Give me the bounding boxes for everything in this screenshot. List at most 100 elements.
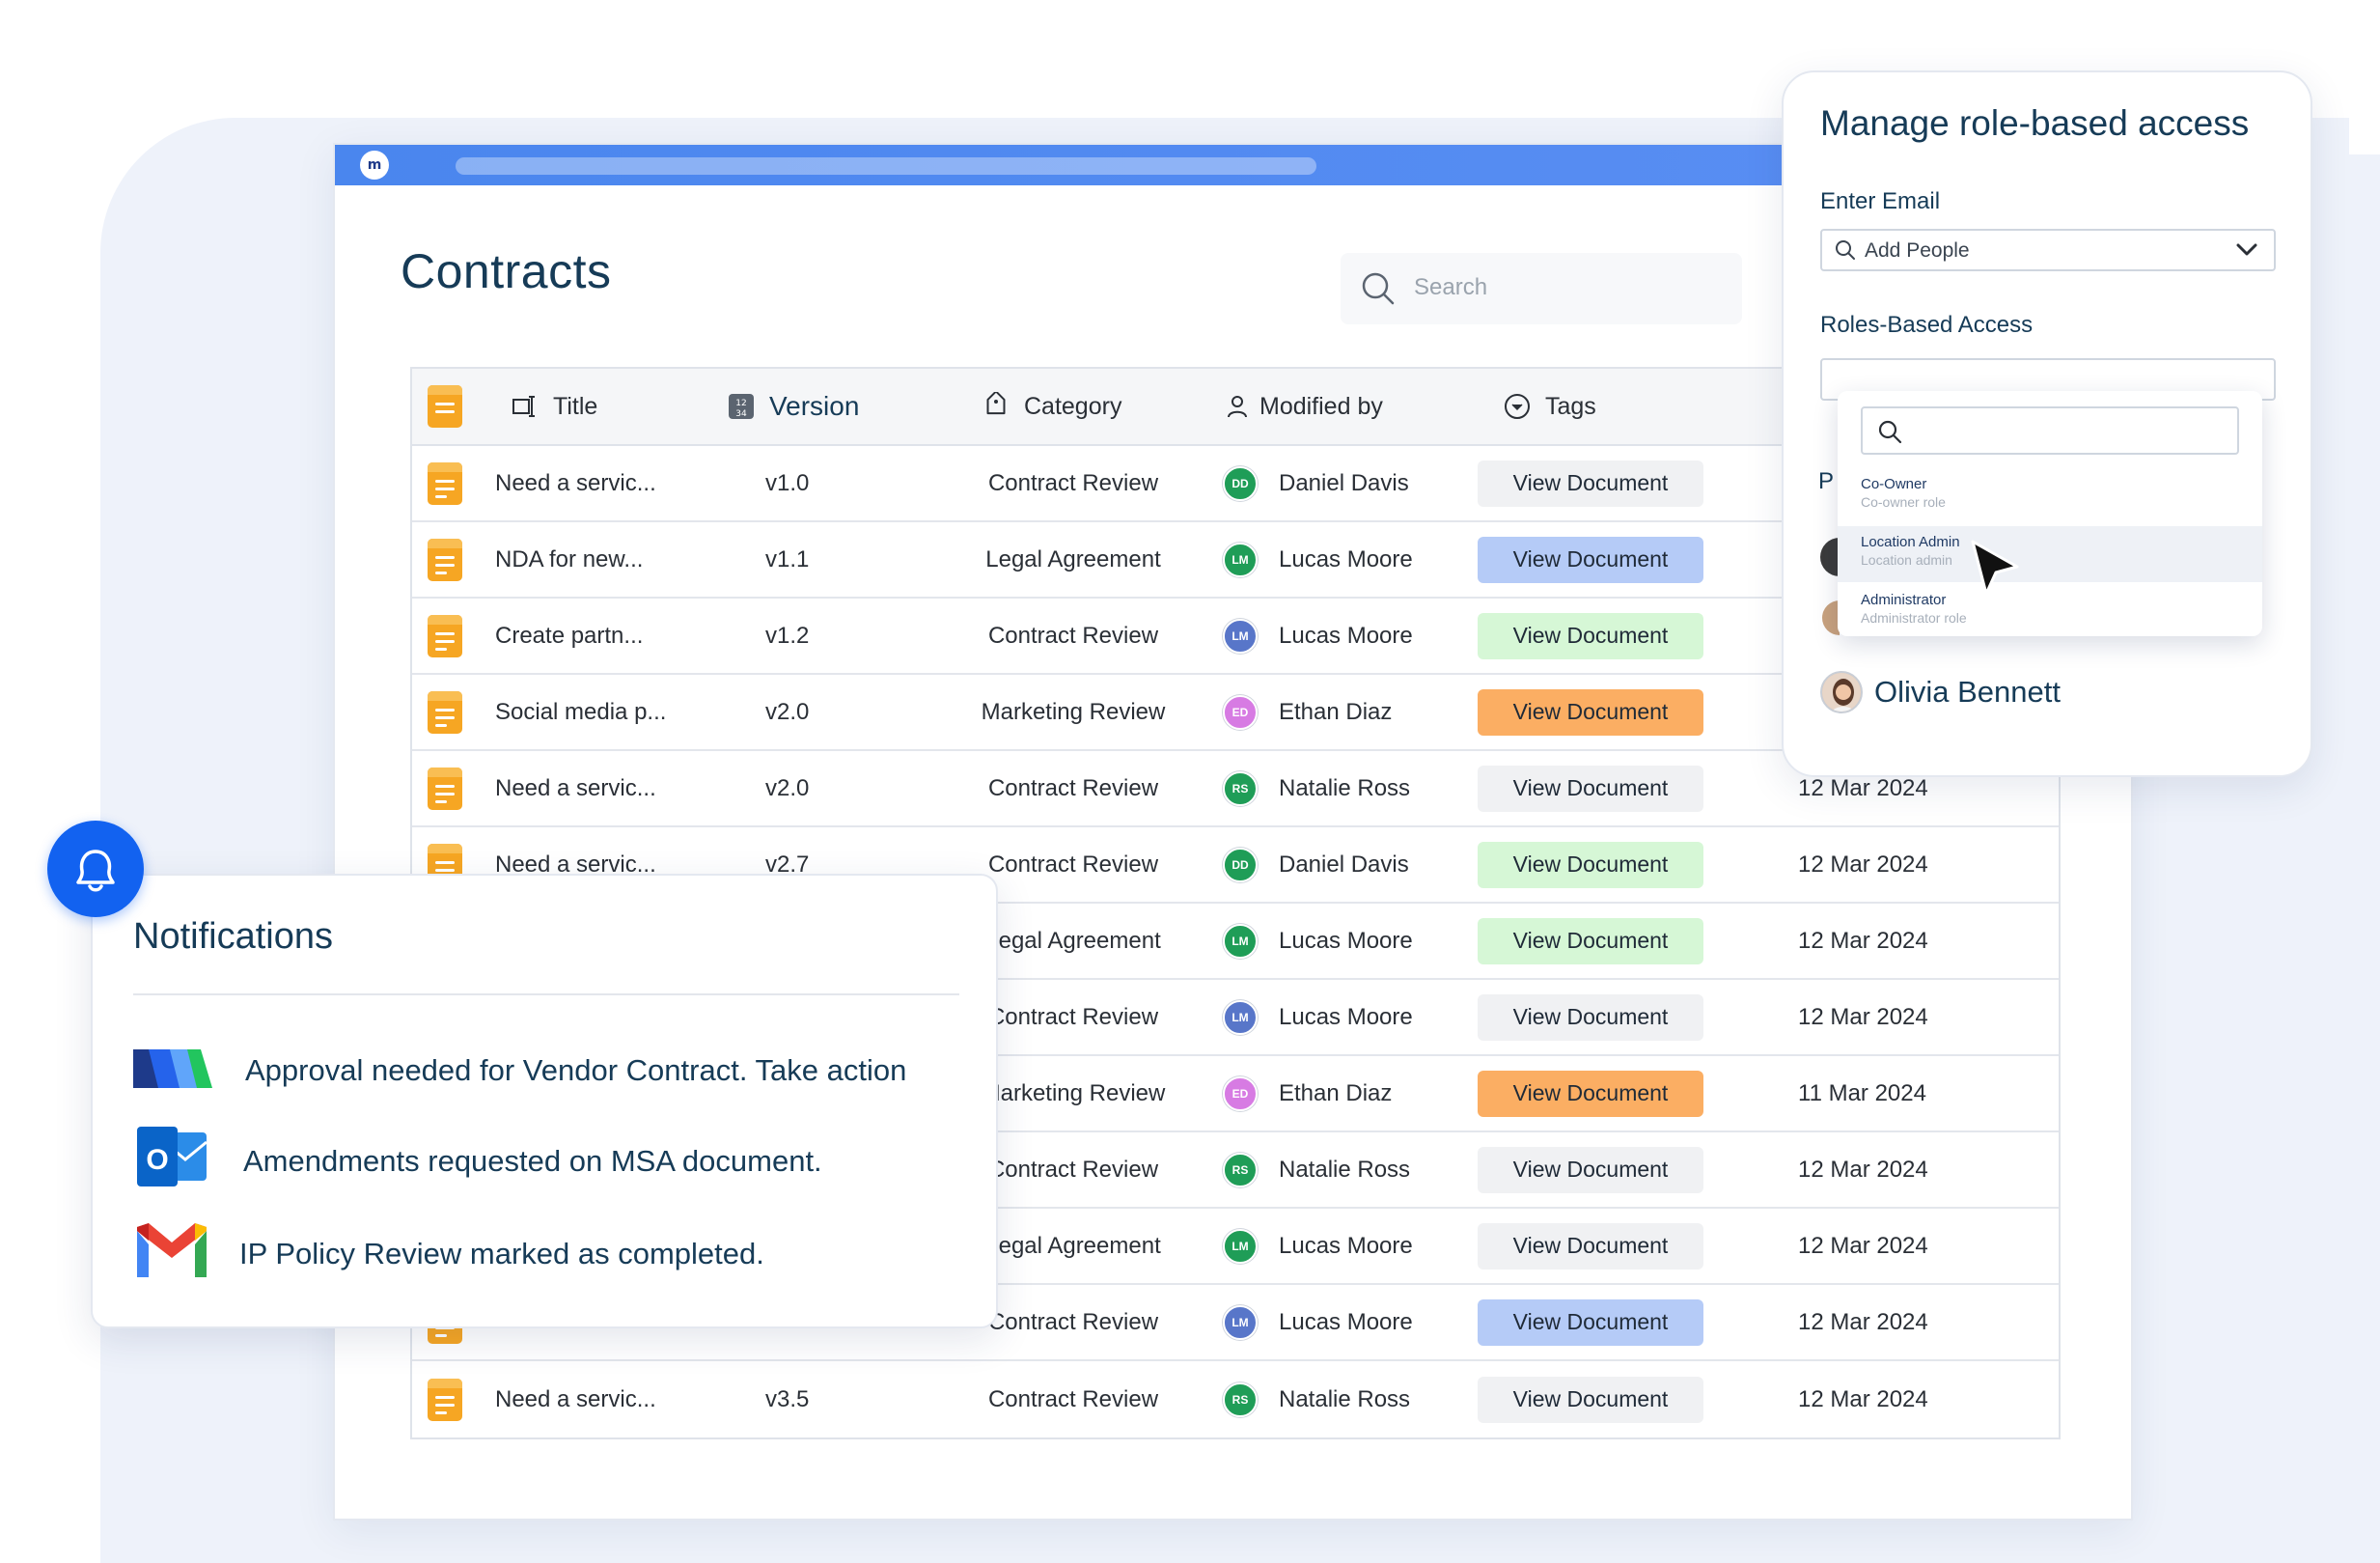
notification-item[interactable]: O Amendments requested on MSA document. (131, 1121, 981, 1198)
notification-text: Approval needed for Vendor Contract. Tak… (245, 1053, 907, 1087)
header-category-label: Category (1024, 392, 1122, 420)
view-document-button[interactable]: View Document (1478, 536, 1703, 583)
header-tags-label: Tags (1545, 392, 1596, 420)
row-date: 12 Mar 2024 (1798, 1385, 1928, 1412)
view-document-cell: View Document (1478, 1361, 1703, 1437)
role-option-co-owner[interactable]: Co-Owner Co-owner role (1838, 468, 2262, 524)
row-title[interactable]: Need a servic... (495, 751, 656, 825)
table-row[interactable]: Need a servic... v3.5 Contract Review RS Nat… (412, 1361, 2059, 1437)
view-document-button[interactable]: View Document (1478, 612, 1703, 659)
document-icon (428, 538, 462, 581)
tag-icon (986, 392, 1006, 415)
row-title[interactable]: Need a servic... (495, 446, 656, 520)
avatar: DD (1223, 465, 1258, 501)
row-version: v2.0 (765, 774, 810, 801)
header-version[interactable]: 12 34 Version (727, 369, 859, 444)
notification-bell-button[interactable] (47, 821, 144, 917)
row-modified-by: DD Daniel Davis (1223, 446, 1409, 520)
avatar: LM (1223, 1228, 1258, 1264)
row-modified-by: RS Natalie Ross (1223, 751, 1410, 825)
view-document-button[interactable]: View Document (1478, 841, 1703, 888)
doc-cell (428, 446, 462, 520)
email-label: Enter Email (1820, 188, 1941, 214)
row-date: 12 Mar 2024 (1798, 1156, 1928, 1183)
app-logo-icon[interactable]: m (360, 151, 389, 180)
row-category: Marketing Review (981, 698, 1166, 725)
row-date: 12 Mar 2024 (1798, 1232, 1928, 1259)
row-category: Contract Review (987, 622, 1159, 649)
chevron-down-icon[interactable] (2233, 237, 2260, 264)
view-document-cell: View Document (1478, 1056, 1703, 1130)
row-version: v3.5 (765, 1385, 810, 1412)
row-title[interactable]: Create partn... (495, 599, 643, 673)
modifier-name: Lucas Moore (1279, 927, 1413, 954)
document-icon (428, 690, 462, 734)
notifications-panel: Notifications Approval needed for Vendor… (91, 874, 998, 1328)
modifier-name: Natalie Ross (1279, 1385, 1411, 1412)
role-option-location-admin[interactable]: Location Admin Location admin (1838, 526, 2262, 582)
view-document-cell: View Document (1478, 675, 1703, 749)
role-option-name: Administrator (1861, 592, 1947, 608)
view-document-cell: View Document (1478, 522, 1703, 597)
title-field-icon (512, 396, 535, 417)
document-icon (428, 1378, 462, 1421)
notification-item[interactable]: Approval needed for Vendor Contract. Tak… (131, 1030, 981, 1107)
view-document-button[interactable]: View Document (1478, 765, 1703, 812)
row-date: 11 Mar 2024 (1798, 1079, 1926, 1106)
svg-text:12: 12 (735, 399, 746, 408)
row-version: v1.0 (765, 469, 810, 496)
avatar: RS (1223, 770, 1258, 806)
header-title[interactable]: Title (511, 369, 597, 444)
view-document-cell: View Document (1478, 599, 1703, 673)
partial-label: P (1818, 468, 1835, 494)
search-box[interactable]: Search (1341, 253, 1742, 324)
row-modified-by: RS Natalie Ross (1223, 1132, 1410, 1207)
header-doc-cell (428, 369, 462, 444)
view-document-button[interactable]: View Document (1478, 1070, 1703, 1117)
address-bar[interactable] (456, 157, 1316, 175)
notification-text: Amendments requested on MSA document. (243, 1144, 822, 1178)
notification-item[interactable]: IP Policy Review marked as completed. (131, 1214, 981, 1291)
avatar: LM (1223, 923, 1258, 959)
row-modified-by: ED Ethan Diaz (1223, 675, 1392, 749)
view-document-button[interactable]: View Document (1478, 1222, 1703, 1270)
role-option-administrator[interactable]: Administrator Administrator role (1838, 584, 2262, 640)
add-people-select[interactable]: Add People (1820, 229, 2276, 271)
role-search-input[interactable] (1861, 406, 2239, 455)
modifier-name: Ethan Diaz (1279, 1079, 1393, 1106)
person-name: Olivia Bennett (1874, 675, 2061, 709)
row-date: 12 Mar 2024 (1798, 851, 1928, 878)
header-modified-by[interactable]: Modified by (1223, 369, 1383, 444)
view-document-button[interactable]: View Document (1478, 917, 1703, 964)
bell-icon (76, 850, 115, 892)
cursor-icon (1971, 540, 2019, 596)
row-title[interactable]: NDA for new... (495, 522, 643, 597)
header-tags[interactable]: Tags (1503, 369, 1596, 444)
role-panel-title: Manage role-based access (1820, 103, 2250, 143)
doc-cell (428, 522, 462, 597)
avatar: LM (1223, 542, 1258, 577)
notification-text: IP Policy Review marked as completed. (239, 1237, 764, 1270)
view-document-button[interactable]: View Document (1478, 460, 1703, 507)
divider (133, 993, 959, 995)
row-title[interactable]: Social media p... (495, 675, 666, 749)
header-category[interactable]: Category (982, 369, 1121, 444)
view-document-button[interactable]: View Document (1478, 1146, 1703, 1193)
header-version-label: Version (769, 391, 860, 421)
avatar (1820, 671, 1863, 713)
view-document-button[interactable]: View Document (1478, 1376, 1703, 1423)
row-modified-by: ED Ethan Diaz (1223, 1056, 1392, 1130)
page-title: Contracts (401, 244, 612, 298)
role-option-desc: Administrator role (1861, 610, 1967, 626)
modifier-name: Lucas Moore (1279, 1308, 1413, 1335)
row-modified-by: LM Lucas Moore (1223, 904, 1413, 978)
row-title[interactable]: Need a servic... (495, 1361, 656, 1437)
doc-cell (428, 599, 462, 673)
document-icon (428, 614, 462, 657)
view-document-button[interactable]: View Document (1478, 993, 1703, 1041)
search-icon (1878, 420, 1902, 444)
row-modified-by: LM Lucas Moore (1223, 1285, 1413, 1359)
view-document-button[interactable]: View Document (1478, 688, 1703, 736)
row-date: 12 Mar 2024 (1798, 1308, 1928, 1335)
view-document-button[interactable]: View Document (1478, 1298, 1703, 1346)
